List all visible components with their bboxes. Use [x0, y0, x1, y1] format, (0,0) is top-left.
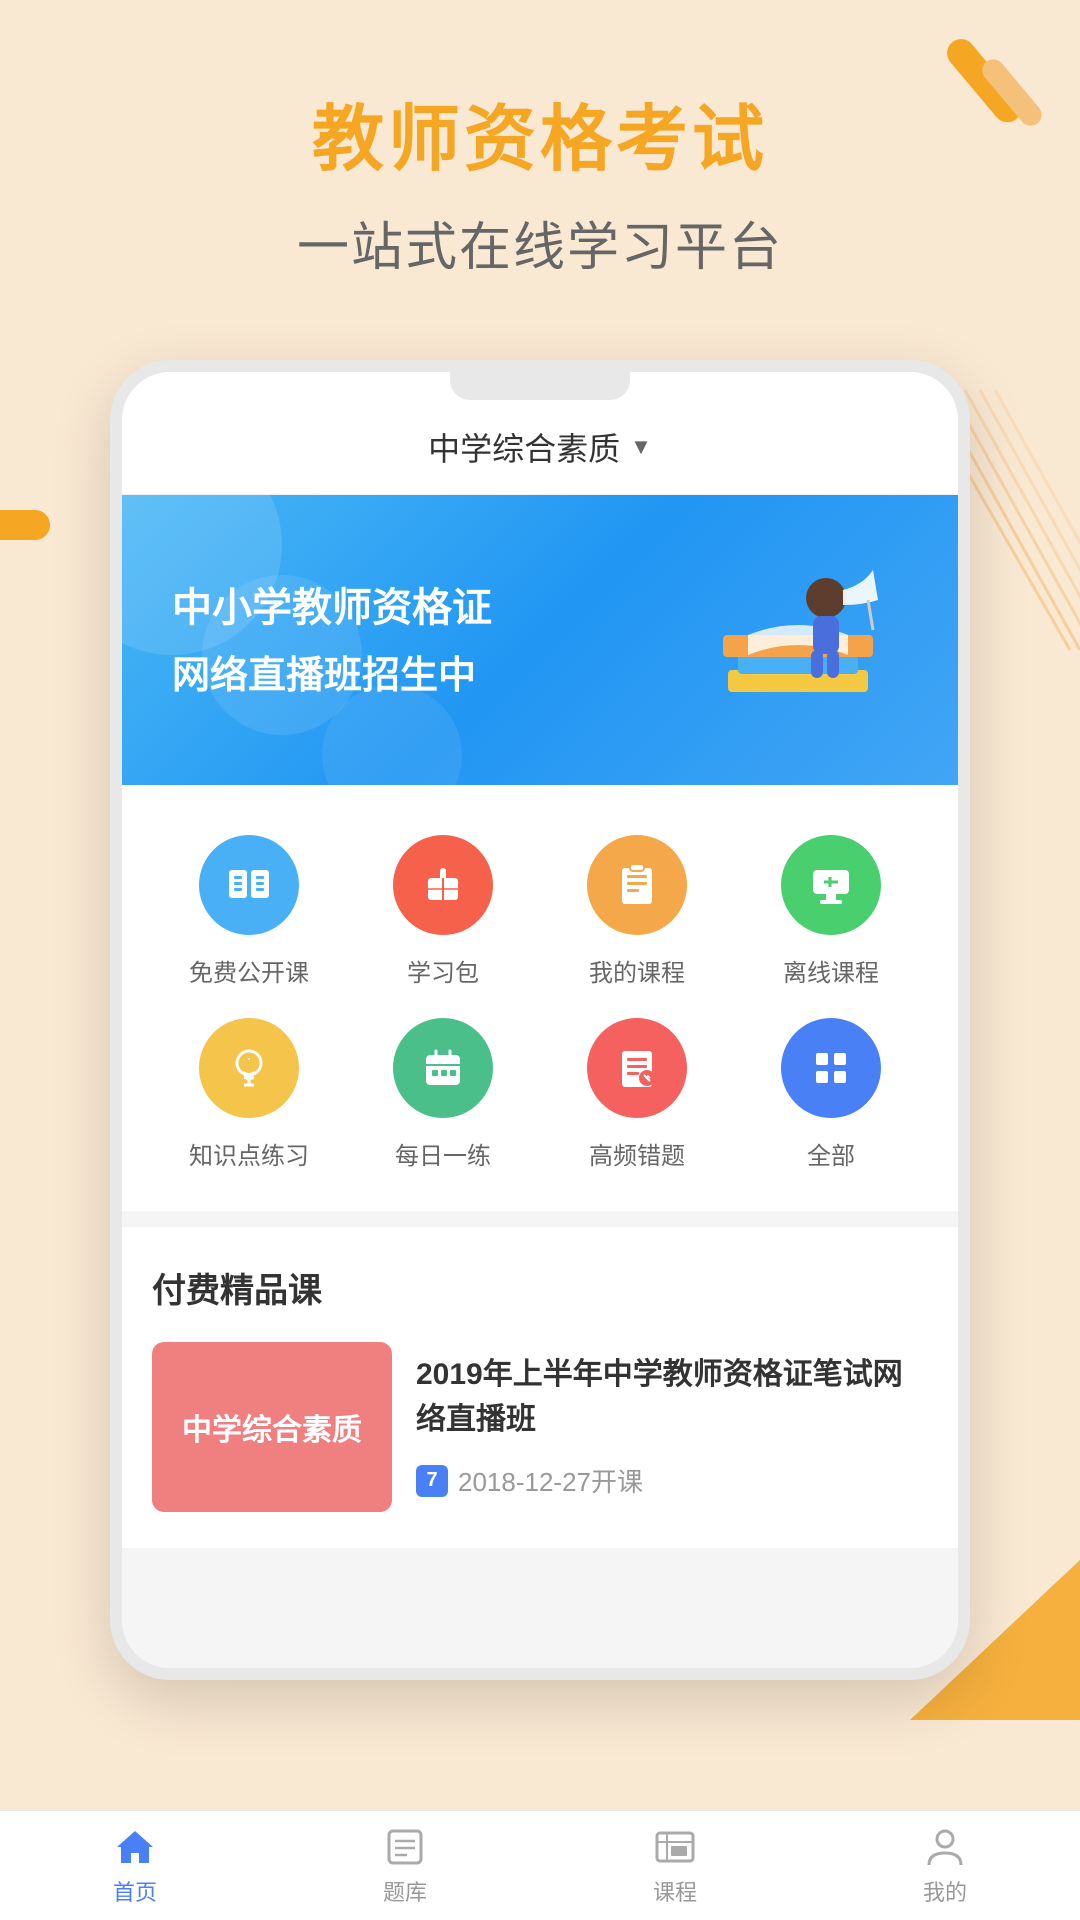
phone-mockup: 中学综合素质 ▼ 中小学教师资格证 网络直播班招生中: [110, 360, 970, 1680]
phone-notch: [450, 372, 630, 400]
phone-frame: 中学综合素质 ▼ 中小学教师资格证 网络直播班招生中: [110, 360, 970, 1680]
course-card[interactable]: 中学综合素质 2019年上半年中学教师资格证笔试网络直播班 7 2018-12-…: [152, 1342, 928, 1512]
frequent-errors-label: 高频错题: [589, 1136, 685, 1171]
bottom-nav: 首页 题库 课程: [0, 1810, 1080, 1920]
learning-pack-icon: [393, 835, 493, 935]
course-date-text: 2018-12-27开课: [458, 1462, 643, 1499]
grid-row-2: 知识点练习: [152, 1008, 928, 1181]
all-icon: [781, 1018, 881, 1118]
premium-section-title: 付费精品课: [152, 1263, 928, 1312]
grid-item-my-course[interactable]: 我的课程: [557, 825, 717, 998]
section-divider: [122, 1211, 958, 1227]
learning-pack-label: 学习包: [407, 953, 479, 988]
banner-subtitle: 网络直播班招生中: [172, 644, 708, 699]
category-arrow-icon: ▼: [630, 434, 652, 460]
grid-item-free-course[interactable]: 免费公开课: [169, 825, 329, 998]
grid-item-learning-pack[interactable]: 学习包: [363, 825, 523, 998]
daily-practice-icon: [393, 1018, 493, 1118]
my-course-icon: [587, 835, 687, 935]
nav-course-label: 课程: [653, 1875, 697, 1907]
nav-item-mine[interactable]: 我的: [810, 1811, 1080, 1920]
grid-item-all[interactable]: 全部: [751, 1008, 911, 1181]
knowledge-icon: [199, 1018, 299, 1118]
home-icon: [113, 1825, 157, 1869]
offline-course-icon: [781, 835, 881, 935]
banner-title: 中小学教师资格证: [172, 582, 708, 634]
nav-home-label: 首页: [113, 1875, 157, 1907]
banner[interactable]: 中小学教师资格证 网络直播班招生中: [122, 495, 958, 785]
category-bar[interactable]: 中学综合素质 ▼: [122, 400, 958, 495]
banner-text: 中小学教师资格证 网络直播班招生中: [172, 582, 708, 699]
course-date: 7 2018-12-27开课: [416, 1462, 928, 1499]
course-title: 2019年上半年中学教师资格证笔试网络直播班: [416, 1352, 928, 1442]
banner-illustration: [708, 540, 908, 740]
premium-section: 付费精品课 中学综合素质 2019年上半年中学教师资格证笔试网络直播班 7 20…: [122, 1227, 958, 1548]
phone-content: 中学综合素质 ▼ 中小学教师资格证 网络直播班招生中: [122, 400, 958, 1668]
category-selector[interactable]: 中学综合素质 ▼: [428, 424, 652, 470]
course-nav-icon: [653, 1825, 697, 1869]
app-header: 教师资格考试 一站式在线学习平台: [0, 0, 1080, 320]
nav-item-course[interactable]: 课程: [540, 1811, 810, 1920]
nav-item-home[interactable]: 首页: [0, 1811, 270, 1920]
grid-item-knowledge[interactable]: 知识点练习: [169, 1008, 329, 1181]
nav-questions-label: 题库: [383, 1875, 427, 1907]
grid-section: 免费公开课 学习包: [122, 785, 958, 1211]
questions-icon: [383, 1825, 427, 1869]
course-info: 2019年上半年中学教师资格证笔试网络直播班 7 2018-12-27开课: [416, 1342, 928, 1499]
grid-item-daily-practice[interactable]: 每日一练: [363, 1008, 523, 1181]
deco-left-mid: [0, 480, 80, 640]
free-course-label: 免费公开课: [189, 953, 309, 988]
free-course-icon: [199, 835, 299, 935]
mine-icon: [923, 1825, 967, 1869]
offline-course-label: 离线课程: [783, 953, 879, 988]
course-thumbnail: 中学综合素质: [152, 1342, 392, 1512]
course-thumb-text: 中学综合素质: [182, 1405, 362, 1449]
daily-practice-label: 每日一练: [395, 1136, 491, 1171]
app-title: 教师资格考试: [40, 80, 1040, 185]
date-icon: 7: [416, 1465, 448, 1497]
knowledge-label: 知识点练习: [189, 1136, 309, 1171]
nav-mine-label: 我的: [923, 1875, 967, 1907]
app-subtitle: 一站式在线学习平台: [40, 205, 1040, 280]
frequent-errors-icon: [587, 1018, 687, 1118]
grid-row-1: 免费公开课 学习包: [152, 825, 928, 998]
my-course-label: 我的课程: [589, 953, 685, 988]
category-label: 中学综合素质: [428, 424, 620, 470]
grid-item-frequent-errors[interactable]: 高频错题: [557, 1008, 717, 1181]
nav-item-questions[interactable]: 题库: [270, 1811, 540, 1920]
grid-item-offline-course[interactable]: 离线课程: [751, 825, 911, 998]
all-label: 全部: [807, 1136, 855, 1171]
